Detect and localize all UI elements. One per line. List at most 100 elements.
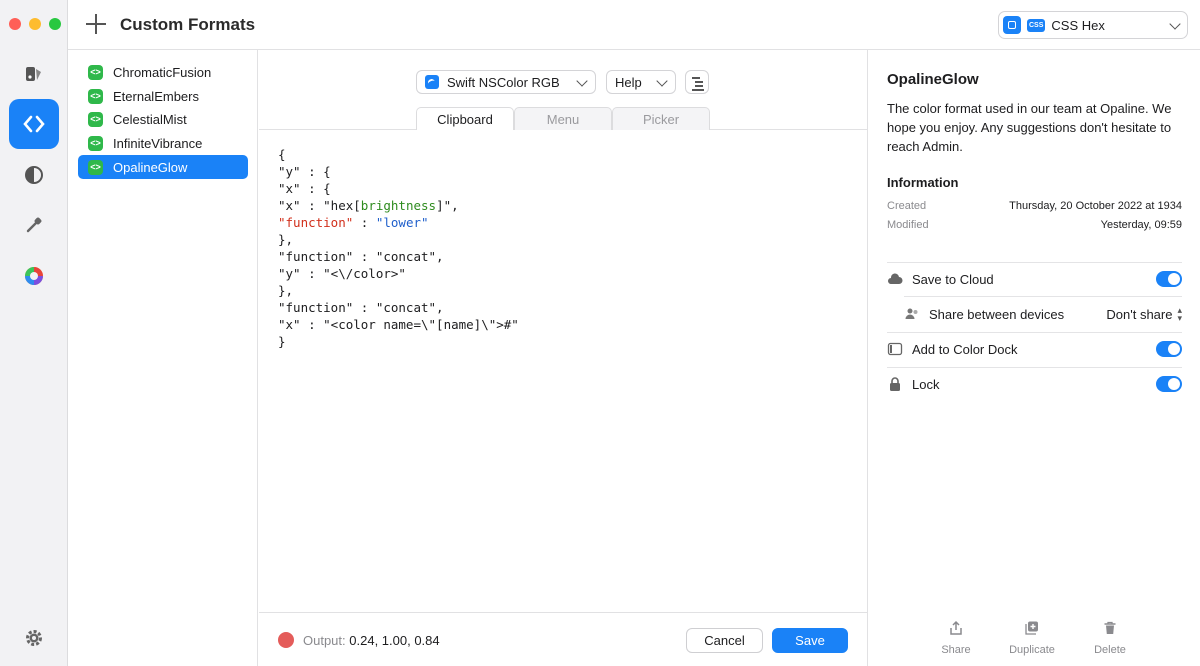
output-value: 0.24, 1.00, 0.84 [349, 633, 440, 648]
page-title: Custom Formats [120, 15, 256, 34]
code-line: "function" : "concat", [278, 300, 444, 315]
editor-tabs: Clipboard Menu Picker [416, 107, 710, 130]
rail-item-color-wheel[interactable] [9, 251, 59, 301]
rail-item-contrast[interactable] [9, 150, 59, 200]
code-format-icon: <> [88, 64, 103, 80]
language-select-label: Swift NSColor RGB [447, 74, 560, 90]
code-editor[interactable]: {"y" : {"x" : {"x" : "hex[brightness]", "… [278, 146, 519, 350]
trash-icon [1104, 621, 1116, 634]
cancel-button[interactable]: Cancel [686, 628, 763, 653]
list-item-celestialmist[interactable]: <> CelestialMist [78, 107, 248, 131]
list-item-eternalembers[interactable]: <> EternalEmbers [78, 84, 248, 108]
share-icon [950, 620, 962, 635]
list-item-label: EternalEmbers [113, 88, 199, 104]
header-bar: Custom Formats CSS CSS Hex [68, 0, 1200, 50]
tab-clipboard[interactable]: Clipboard [416, 107, 514, 130]
lock-label: Lock [912, 376, 940, 392]
chevron-down-icon [656, 75, 668, 87]
rail-item-eyedropper[interactable] [9, 200, 59, 250]
information-heading: Information [887, 175, 959, 190]
share-devices-label: Share between devices [929, 306, 1065, 322]
delete-button[interactable]: Delete [1075, 620, 1145, 656]
code-line: "x" : "<color name=\"[name]\">#" [278, 317, 519, 332]
save-to-cloud-label: Save to Cloud [912, 271, 994, 287]
code-line: "y" : { [278, 164, 331, 179]
help-select[interactable]: Help [606, 70, 676, 94]
code-format-icon: <> [88, 135, 103, 151]
close-window-button[interactable] [9, 18, 21, 30]
swift-icon [425, 75, 439, 89]
save-to-cloud-toggle[interactable] [1156, 271, 1182, 287]
save-button[interactable]: Save [772, 628, 848, 653]
code-brackets-icon [23, 115, 45, 133]
dock-icon [887, 342, 903, 356]
format-title: OpalineGlow [887, 71, 979, 88]
created-label: Created [887, 200, 927, 212]
code-format-icon: <> [88, 159, 103, 175]
zoom-window-button[interactable] [49, 18, 61, 30]
code-token: ]", [436, 198, 459, 213]
inspector-panel: OpalineGlow The color format used in our… [867, 50, 1200, 666]
format-badge: CSS [1027, 18, 1046, 32]
list-item-label: CelestialMist [113, 111, 187, 127]
format-outline-button[interactable] [685, 70, 709, 94]
list-item-infinitevibrance[interactable]: <> InfiniteVibrance [78, 131, 248, 155]
eyedropper-icon [26, 217, 42, 233]
list-item-label: OpalineGlow [113, 159, 188, 175]
modified-value: Yesterday, 09:59 [1100, 219, 1182, 231]
delete-label: Delete [1094, 644, 1126, 656]
help-select-label: Help [615, 74, 642, 90]
rail-item-custom-formats[interactable] [9, 99, 59, 149]
output-label: Output: [303, 633, 346, 648]
code-token: "x" : "hex[ [278, 198, 361, 213]
add-to-dock-toggle[interactable] [1156, 341, 1182, 357]
save-to-cloud-row: Save to Cloud [887, 262, 1182, 296]
language-select[interactable]: Swift NSColor RGB [416, 70, 596, 94]
share-devices-row: Share between devices Don't share ▴ ▾ [904, 297, 1182, 331]
active-format-select[interactable]: CSS CSS Hex [998, 11, 1188, 39]
modified-label: Modified [887, 219, 929, 231]
list-item-label: InfiniteVibrance [113, 135, 203, 151]
share-devices-select[interactable]: Don't share ▴ ▾ [1106, 305, 1182, 323]
code-line: "y" : "<\/color>" [278, 266, 406, 281]
list-item-chromaticfusion[interactable]: <> ChromaticFusion [78, 60, 248, 84]
duplicate-label: Duplicate [1009, 644, 1055, 656]
add-format-button[interactable] [86, 14, 106, 34]
format-description: The color format used in our team at Opa… [887, 101, 1172, 154]
editor-toolbar: Swift NSColor RGB Help Clipboard Menu Pi… [259, 50, 867, 130]
app-window: Custom Formats CSS CSS Hex <> ChromaticF… [0, 0, 1200, 666]
tab-picker[interactable]: Picker [612, 107, 710, 130]
lock-row: Lock [887, 367, 1182, 401]
share-devices-value: Don't share [1106, 306, 1173, 322]
list-item-label: ChromaticFusion [113, 64, 212, 80]
created-row: Created Thursday, 20 October 2022 at 193… [887, 200, 1182, 212]
color-wheel-icon [25, 267, 43, 285]
cloud-icon [888, 273, 903, 284]
code-line: }, [278, 283, 294, 298]
tab-menu[interactable]: Menu [514, 107, 612, 130]
lock-toggle[interactable] [1156, 376, 1182, 392]
window-controls [9, 18, 61, 30]
duplicate-button[interactable]: Duplicate [997, 620, 1067, 656]
tool-rail [0, 0, 68, 666]
rail-item-paint[interactable] [9, 49, 59, 99]
list-item-opalineglow[interactable]: <> OpalineGlow [78, 155, 248, 179]
gear-icon[interactable] [24, 628, 44, 648]
code-line: }, [278, 232, 294, 247]
formats-list: <> ChromaticFusion <> EternalEmbers <> C… [68, 50, 258, 666]
modified-row: Modified Yesterday, 09:59 [887, 219, 1182, 231]
output-color-swatch [278, 632, 294, 648]
format-editor: Swift NSColor RGB Help Clipboard Menu Pi… [259, 50, 867, 666]
minimize-window-button[interactable] [29, 18, 41, 30]
created-value: Thursday, 20 October 2022 at 1934 [1009, 200, 1182, 212]
code-token: : [353, 215, 376, 230]
share-button[interactable]: Share [921, 620, 991, 656]
up-down-chevron-icon: ▴ ▾ [1177, 305, 1182, 323]
active-format-label: CSS Hex [1051, 17, 1105, 33]
code-line: } [278, 334, 286, 349]
editor-footer: Output: 0.24, 1.00, 0.84 Cancel Save [259, 612, 867, 666]
code-line: "x" : "hex[brightness]", [278, 197, 519, 214]
code-line: { [278, 147, 286, 162]
lock-icon [890, 377, 900, 391]
chevron-down-icon [1169, 18, 1181, 30]
